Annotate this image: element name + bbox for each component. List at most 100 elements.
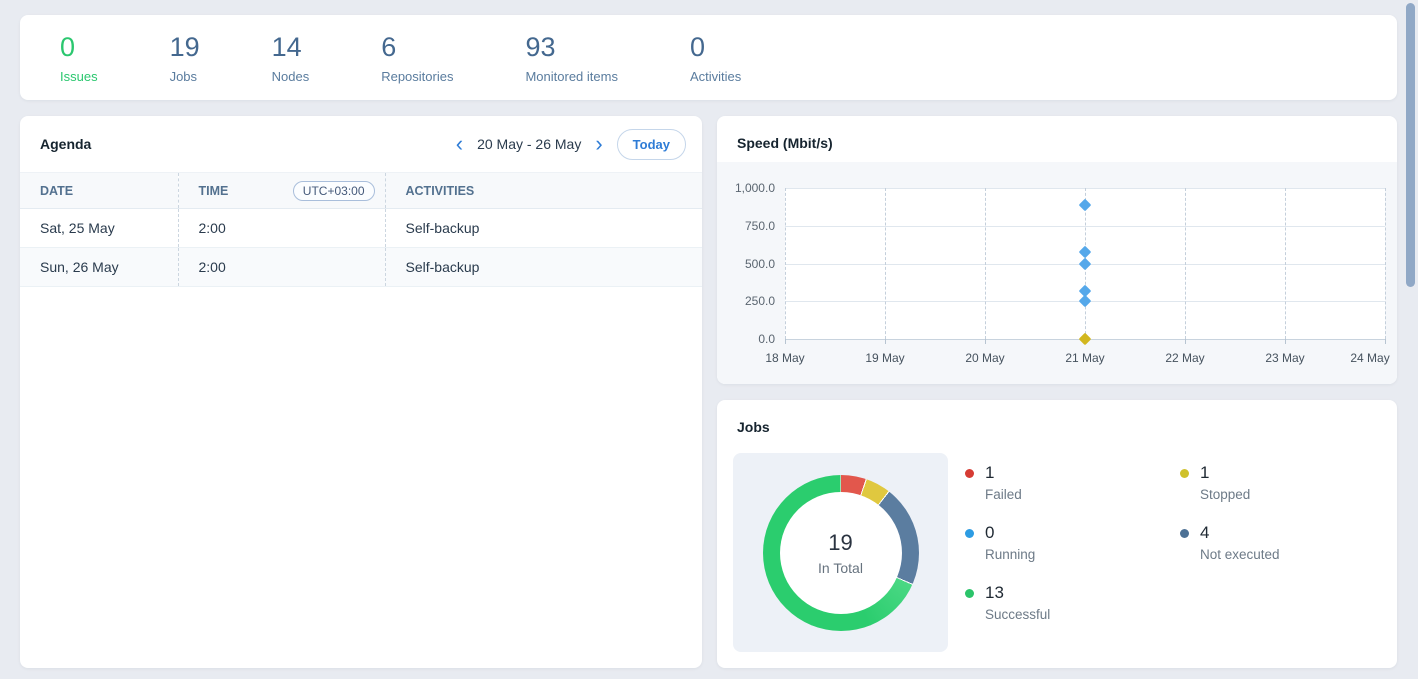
gridline-vertical (885, 188, 886, 339)
legend-dot-icon (1180, 469, 1189, 478)
agenda-table-body: Sat, 25 May 2:00 Self-backup Sun, 26 May… (20, 209, 702, 287)
jobs-total-value: 19 (828, 530, 852, 556)
today-button[interactable]: Today (617, 129, 686, 160)
stat-label: Jobs (170, 69, 200, 84)
zero-speed-point (1079, 333, 1092, 346)
agenda-week-navigator: ‹ 20 May - 26 May › Today (454, 129, 686, 160)
legend-count: 0 (985, 523, 994, 543)
agenda-table-row: Sat, 25 May 2:00 Self-backup (20, 209, 702, 248)
column-header-activities: ACTIVITIES (385, 173, 702, 209)
transfer-speed-point (1079, 246, 1092, 259)
gridline-vertical (1285, 188, 1286, 339)
stat-activities[interactable]: 0 Activities (690, 32, 741, 84)
speed-chart-region: 1,000.0 750.0 500.0 250.0 0.0 18 May 19 May 20 … (717, 162, 1397, 384)
gridline-vertical (1185, 188, 1186, 339)
jobs-total-label: In Total (818, 560, 863, 576)
stat-label: Activities (690, 69, 741, 84)
jobs-legend-item-failed: 1 Failed (965, 463, 1180, 502)
x-axis-tick (1185, 339, 1186, 344)
x-axis-tick-label: 21 May (1065, 351, 1104, 365)
legend-count: 1 (985, 463, 994, 483)
jobs-legend-item-not-executed: 4 Not executed (1180, 523, 1280, 562)
transfer-speed-point (1079, 257, 1092, 270)
y-axis-tick-label: 500.0 (719, 257, 775, 271)
legend-dot-icon (965, 589, 974, 598)
y-axis-tick-label: 0.0 (719, 332, 775, 346)
stat-value: 6 (381, 32, 453, 62)
stats-row: 0 Issues 19 Jobs 14 Nodes 6 Repositories… (20, 15, 1397, 84)
vertical-scrollbar-thumb[interactable] (1406, 3, 1415, 287)
agenda-table-row: Sun, 26 May 2:00 Self-backup (20, 248, 702, 287)
next-week-chevron-icon[interactable]: › (593, 135, 604, 153)
jobs-legend-item-stopped: 1 Stopped (1180, 463, 1280, 502)
gridline-vertical (785, 188, 786, 339)
agenda-cell-date: Sat, 25 May (20, 209, 178, 248)
legend-label: Successful (985, 607, 1180, 622)
jobs-chart-title: Jobs (737, 419, 770, 435)
legend-label: Stopped (1200, 487, 1280, 502)
prev-week-chevron-icon[interactable]: ‹ (454, 135, 465, 153)
transfer-speed-point (1079, 198, 1092, 211)
x-axis-tick (985, 339, 986, 344)
x-axis-tick (1385, 339, 1386, 344)
legend-label: Running (985, 547, 1180, 562)
utc-offset-badge[interactable]: UTC+03:00 (293, 181, 375, 201)
stat-label: Issues (60, 69, 98, 84)
jobs-donut-chart: 19 In Total (763, 475, 919, 631)
column-header-date: DATE (20, 173, 178, 209)
stat-monitored-items[interactable]: 93 Monitored items (525, 32, 617, 84)
stat-repositories[interactable]: 6 Repositories (381, 32, 453, 84)
stat-issues[interactable]: 0 Issues (60, 32, 98, 84)
agenda-cell-time: 2:00 (178, 248, 385, 287)
x-axis-tick-label: 20 May (965, 351, 1004, 365)
jobs-legend-item-running: 0 Running (965, 523, 1180, 562)
legend-label: Failed (985, 487, 1180, 502)
speed-chart-plot-area: 1,000.0750.0500.0250.00.018 May19 May20 … (785, 188, 1385, 339)
x-axis-tick-label: 24 May (1350, 351, 1389, 365)
stat-value: 93 (525, 32, 617, 62)
agenda-cell-date: Sun, 26 May (20, 248, 178, 287)
legend-dot-icon (965, 529, 974, 538)
y-axis-tick-label: 750.0 (719, 219, 775, 233)
legend-dot-icon (1180, 529, 1189, 538)
jobs-panel: Jobs 19 In Total 1 Failed 1 Stopped 0 (717, 400, 1397, 668)
x-axis-tick (785, 339, 786, 344)
gridline-vertical (1385, 188, 1386, 339)
transfer-speed-point (1079, 295, 1092, 308)
jobs-legend-item-successful: 13 Successful (965, 583, 1180, 622)
y-axis-tick-label: 1,000.0 (719, 181, 775, 195)
legend-dot-icon (965, 469, 974, 478)
gridline-vertical (985, 188, 986, 339)
x-axis-tick-label: 18 May (765, 351, 804, 365)
jobs-legend: 1 Failed 1 Stopped 0 Running 4 Not execu… (965, 463, 1280, 622)
x-axis-tick-label: 23 May (1265, 351, 1304, 365)
legend-label: Not executed (1200, 547, 1280, 562)
speed-chart-title: Speed (Mbit/s) (737, 135, 833, 151)
agenda-header: Agenda ‹ 20 May - 26 May › Today (20, 116, 702, 172)
x-axis-tick (885, 339, 886, 344)
legend-count: 4 (1200, 523, 1209, 543)
x-axis-tick (1285, 339, 1286, 344)
column-header-time: TIME UTC+03:00 (178, 173, 385, 209)
agenda-cell-activity: Self-backup (385, 248, 702, 287)
x-axis-tick-label: 22 May (1165, 351, 1204, 365)
stat-value: 0 (690, 32, 741, 62)
speed-panel: Speed (Mbit/s) 1,000.0 750.0 500.0 250.0 0.0… (717, 116, 1397, 384)
agenda-cell-activity: Self-backup (385, 209, 702, 248)
agenda-panel: Agenda ‹ 20 May - 26 May › Today DATE TI… (20, 116, 702, 668)
x-axis-tick-label: 19 May (865, 351, 904, 365)
stat-nodes[interactable]: 14 Nodes (272, 32, 310, 84)
jobs-donut-container: 19 In Total (733, 453, 948, 652)
date-range-label: 20 May - 26 May (477, 136, 581, 152)
y-axis-tick-label: 250.0 (719, 294, 775, 308)
stat-jobs[interactable]: 19 Jobs (170, 32, 200, 84)
stats-card: 0 Issues 19 Jobs 14 Nodes 6 Repositories… (20, 15, 1397, 100)
stat-label: Monitored items (525, 69, 617, 84)
stat-value: 0 (60, 32, 98, 62)
column-header-time-label: TIME (199, 184, 229, 198)
stat-label: Repositories (381, 69, 453, 84)
agenda-table-header-row: DATE TIME UTC+03:00 ACTIVITIES (20, 173, 702, 209)
agenda-cell-time: 2:00 (178, 209, 385, 248)
legend-count: 13 (985, 583, 1004, 603)
legend-count: 1 (1200, 463, 1209, 483)
